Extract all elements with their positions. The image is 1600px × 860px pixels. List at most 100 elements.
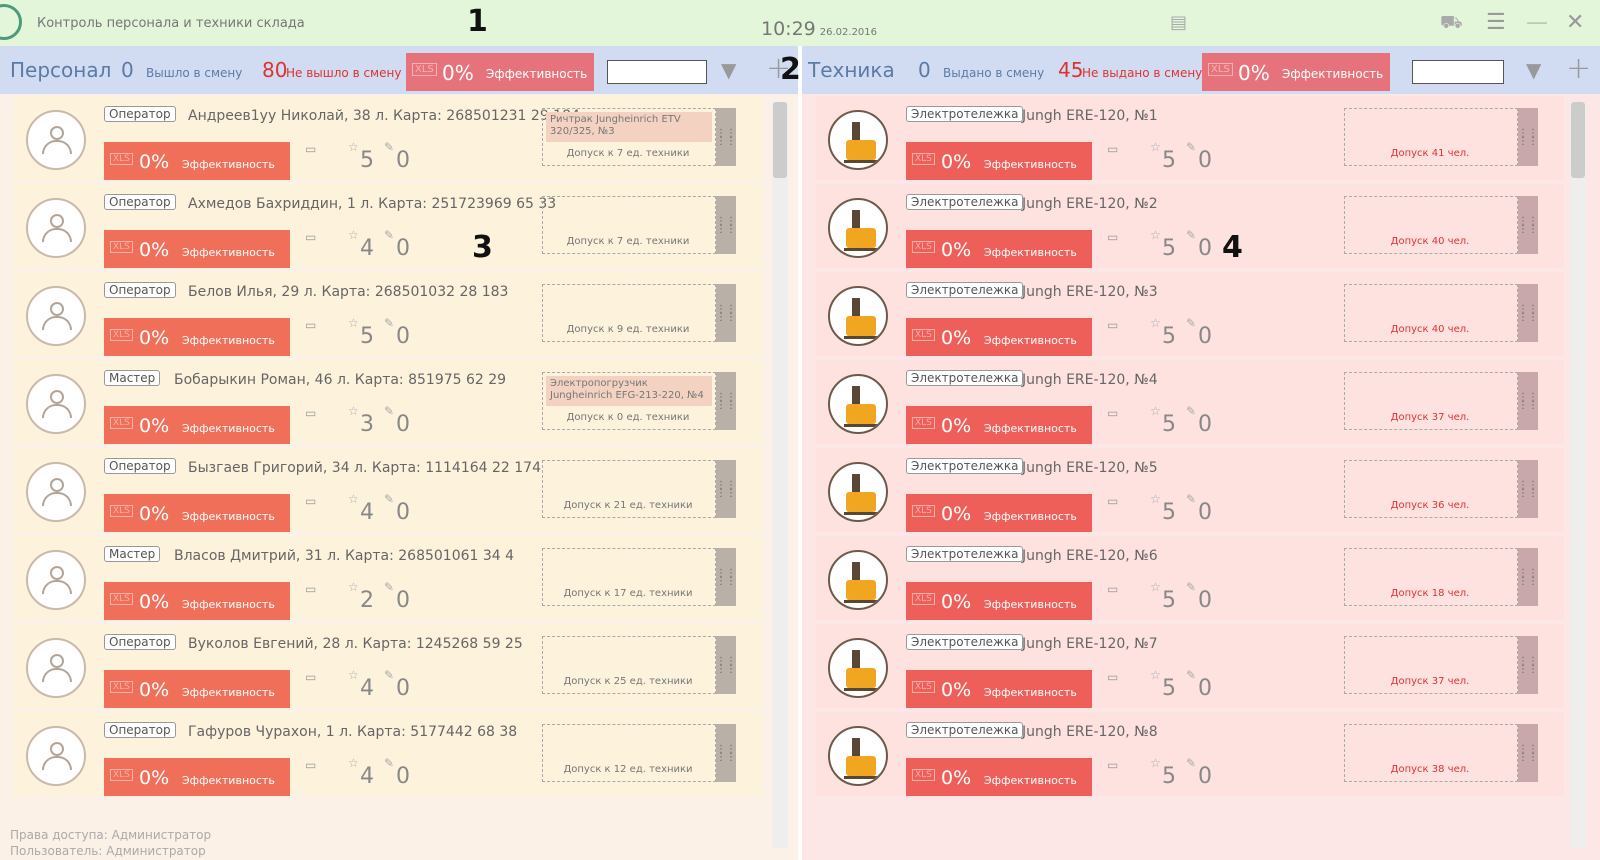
access-box[interactable]: Допуск к 25 ед. техники bbox=[542, 636, 716, 694]
equipment-card[interactable]: Электротележка Jungh ERE-120, №2 XLS 0% … bbox=[816, 184, 1564, 268]
personnel-card[interactable]: Оператор Ахмедов Бахриддин, 1 л. Карта: … bbox=[14, 184, 762, 268]
access-box[interactable]: Допуск 18 чел. bbox=[1344, 548, 1518, 606]
id-card-icon[interactable]: ▭ bbox=[305, 758, 316, 772]
id-card-icon[interactable]: ▭ bbox=[1107, 582, 1118, 596]
card-efficiency-button[interactable]: XLS 0% Эффективность bbox=[104, 406, 290, 444]
drag-handle[interactable]: ⋮⋮ ⋮⋮ bbox=[716, 108, 736, 166]
drag-handle[interactable]: ⋮⋮ ⋮⋮ bbox=[716, 548, 736, 606]
access-box[interactable]: Допуск к 17 ед. техники bbox=[542, 548, 716, 606]
access-box[interactable]: Допуск 41 чел. bbox=[1344, 108, 1518, 166]
access-box[interactable]: Допуск к 12 ед. техники bbox=[542, 724, 716, 782]
id-card-icon[interactable]: ▭ bbox=[305, 670, 316, 684]
drag-handle[interactable]: ⋮⋮ ⋮⋮ bbox=[1518, 460, 1538, 518]
card-efficiency-button[interactable]: XLS 0% Эффективность bbox=[906, 142, 1092, 180]
personnel-card[interactable]: Оператор Андреев1уу Николай, 38 л. Карта… bbox=[14, 96, 762, 180]
access-box[interactable]: Допуск 37 чел. bbox=[1344, 372, 1518, 430]
equipment-card[interactable]: Электротележка Jungh ERE-120, №7 XLS 0% … bbox=[816, 624, 1564, 708]
id-card-icon[interactable]: ▭ bbox=[1107, 758, 1118, 772]
edit-icon[interactable]: ✎ bbox=[1186, 140, 1196, 154]
forklift-icon[interactable]: ⛟ bbox=[1440, 12, 1463, 36]
edit-icon[interactable]: ✎ bbox=[1186, 228, 1196, 242]
drag-handle[interactable]: ⋮⋮ ⋮⋮ bbox=[1518, 548, 1538, 606]
edit-icon[interactable]: ✎ bbox=[1186, 668, 1196, 682]
edit-icon[interactable]: ✎ bbox=[1186, 316, 1196, 330]
report-icon[interactable]: ▤ bbox=[1170, 12, 1187, 33]
access-box[interactable]: Допуск 40 чел. bbox=[1344, 196, 1518, 254]
minimize-button[interactable]: — bbox=[1526, 10, 1548, 35]
edit-icon[interactable]: ✎ bbox=[1186, 492, 1196, 506]
personnel-card[interactable]: Оператор Бызгаев Григорий, 34 л. Карта: … bbox=[14, 448, 762, 532]
access-box[interactable]: Ричтрак Jungheinrich ETV 320/325, №3 Допу… bbox=[542, 108, 716, 166]
personnel-scrollbar[interactable] bbox=[772, 102, 788, 848]
edit-icon[interactable]: ✎ bbox=[384, 316, 394, 330]
equipment-card[interactable]: Электротележка Jungh ERE-120, №6 XLS 0% … bbox=[816, 536, 1564, 620]
filter-icon[interactable]: ▼ bbox=[1526, 58, 1541, 82]
id-card-icon[interactable]: ▭ bbox=[1107, 406, 1118, 420]
access-box[interactable]: Электропогрузчик Jungheinrich EFG-213-22… bbox=[542, 372, 716, 430]
menu-icon[interactable]: ☰ bbox=[1486, 10, 1506, 35]
personnel-card[interactable]: Оператор Вуколов Евгений, 28 л. Карта: 1… bbox=[14, 624, 762, 708]
access-box[interactable]: Допуск к 21 ед. техники bbox=[542, 460, 716, 518]
drag-handle[interactable]: ⋮⋮ ⋮⋮ bbox=[1518, 636, 1538, 694]
edit-icon[interactable]: ✎ bbox=[1186, 756, 1196, 770]
equipment-scrollbar[interactable] bbox=[1570, 102, 1586, 848]
id-card-icon[interactable]: ▭ bbox=[305, 230, 316, 244]
id-card-icon[interactable]: ▭ bbox=[1107, 142, 1118, 156]
card-efficiency-button[interactable]: XLS 0% Эффективность bbox=[906, 406, 1092, 444]
equipment-card[interactable]: Электротележка Jungh ERE-120, №5 XLS 0% … bbox=[816, 448, 1564, 532]
card-efficiency-button[interactable]: XLS 0% Эффективность bbox=[906, 582, 1092, 620]
drag-handle[interactable]: ⋮⋮ ⋮⋮ bbox=[1518, 724, 1538, 782]
card-efficiency-button[interactable]: XLS 0% Эффективность bbox=[906, 318, 1092, 356]
access-box[interactable]: Допуск 40 чел. bbox=[1344, 284, 1518, 342]
id-card-icon[interactable]: ▭ bbox=[1107, 230, 1118, 244]
card-efficiency-button[interactable]: XLS 0% Эффективность bbox=[104, 758, 290, 796]
edit-icon[interactable]: ✎ bbox=[1186, 580, 1196, 594]
access-box[interactable]: Допуск к 9 ед. техники bbox=[542, 284, 716, 342]
id-card-icon[interactable]: ▭ bbox=[305, 318, 316, 332]
card-efficiency-button[interactable]: XLS 0% Эффективность bbox=[906, 494, 1092, 532]
card-efficiency-button[interactable]: XLS 0% Эффективность bbox=[104, 582, 290, 620]
drag-handle[interactable]: ⋮⋮ ⋮⋮ bbox=[716, 460, 736, 518]
personnel-card[interactable]: Оператор Белов Илья, 29 л. Карта: 268501… bbox=[14, 272, 762, 356]
equipment-search-input[interactable] bbox=[1412, 60, 1504, 84]
edit-icon[interactable]: ✎ bbox=[1186, 404, 1196, 418]
id-card-icon[interactable]: ▭ bbox=[1107, 670, 1118, 684]
personnel-card[interactable]: Оператор Гафуров Чурахон, 1 л. Карта: 51… bbox=[14, 712, 762, 796]
card-efficiency-button[interactable]: XLS 0% Эффективность bbox=[104, 318, 290, 356]
drag-handle[interactable]: ⋮⋮ ⋮⋮ bbox=[716, 636, 736, 694]
drag-handle[interactable]: ⋮⋮ ⋮⋮ bbox=[1518, 196, 1538, 254]
card-efficiency-button[interactable]: XLS 0% Эффективность bbox=[104, 670, 290, 708]
access-box[interactable]: Допуск к 7 ед. техники bbox=[542, 196, 716, 254]
personnel-card[interactable]: Мастер Бобарыкин Роман, 46 л. Карта: 851… bbox=[14, 360, 762, 444]
edit-icon[interactable]: ✎ bbox=[384, 404, 394, 418]
drag-handle[interactable]: ⋮⋮ ⋮⋮ bbox=[716, 284, 736, 342]
edit-icon[interactable]: ✎ bbox=[384, 140, 394, 154]
card-efficiency-button[interactable]: XLS 0% Эффективность bbox=[906, 670, 1092, 708]
personnel-card[interactable]: Мастер Власов Дмитрий, 31 л. Карта: 2685… bbox=[14, 536, 762, 620]
card-efficiency-button[interactable]: XLS 0% Эффективность bbox=[104, 142, 290, 180]
card-efficiency-button[interactable]: XLS 0% Эффективность bbox=[906, 230, 1092, 268]
access-box[interactable]: Допуск 38 чел. bbox=[1344, 724, 1518, 782]
equipment-efficiency[interactable]: XLS 0% Эффективность bbox=[1202, 53, 1390, 91]
drag-handle[interactable]: ⋮⋮ ⋮⋮ bbox=[716, 724, 736, 782]
access-box[interactable]: Допуск 36 чел. bbox=[1344, 460, 1518, 518]
equipment-card[interactable]: Электротележка Jungh ERE-120, №8 XLS 0% … bbox=[816, 712, 1564, 796]
edit-icon[interactable]: ✎ bbox=[384, 668, 394, 682]
close-button[interactable]: ✕ bbox=[1566, 10, 1584, 35]
add-equipment-button[interactable]: + bbox=[1566, 51, 1591, 86]
equipment-card[interactable]: Электротележка Jungh ERE-120, №4 XLS 0% … bbox=[816, 360, 1564, 444]
id-card-icon[interactable]: ▭ bbox=[305, 582, 316, 596]
personnel-efficiency[interactable]: XLS 0% Эффективность bbox=[406, 53, 594, 91]
drag-handle[interactable]: ⋮⋮ ⋮⋮ bbox=[716, 196, 736, 254]
drag-handle[interactable]: ⋮⋮ ⋮⋮ bbox=[1518, 108, 1538, 166]
id-card-icon[interactable]: ▭ bbox=[305, 406, 316, 420]
filter-icon[interactable]: ▼ bbox=[721, 58, 736, 82]
edit-icon[interactable]: ✎ bbox=[384, 492, 394, 506]
equipment-card[interactable]: Электротележка Jungh ERE-120, №3 XLS 0% … bbox=[816, 272, 1564, 356]
drag-handle[interactable]: ⋮⋮ ⋮⋮ bbox=[1518, 372, 1538, 430]
id-card-icon[interactable]: ▭ bbox=[1107, 318, 1118, 332]
id-card-icon[interactable]: ▭ bbox=[305, 494, 316, 508]
id-card-icon[interactable]: ▭ bbox=[305, 142, 316, 156]
edit-icon[interactable]: ✎ bbox=[384, 228, 394, 242]
scroll-thumb[interactable] bbox=[773, 102, 787, 178]
